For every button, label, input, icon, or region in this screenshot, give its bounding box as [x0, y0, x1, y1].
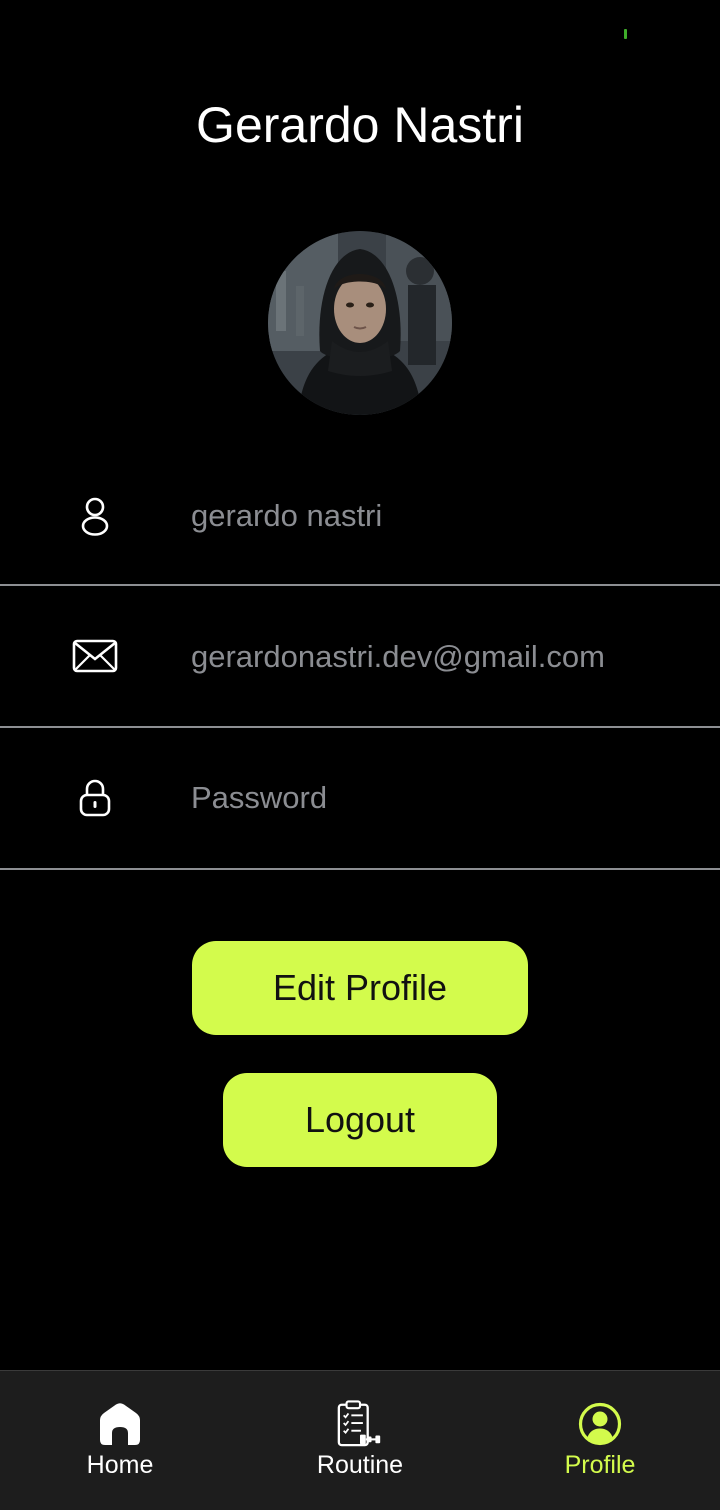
nav-item-profile[interactable]: Profile	[520, 1399, 680, 1489]
password-placeholder[interactable]: Password	[191, 778, 327, 818]
email-field[interactable]: gerardonastri.dev@gmail.com	[0, 585, 720, 728]
nav-label-routine: Routine	[316, 1451, 404, 1479]
nav-label-profile: Profile	[564, 1451, 636, 1479]
avatar	[268, 231, 452, 415]
user-icon	[72, 493, 118, 539]
lock-icon	[72, 775, 118, 821]
bottom-navigation: Home Routine Profile	[0, 1370, 720, 1510]
mail-icon	[72, 633, 118, 679]
home-icon	[95, 1399, 145, 1449]
username-field[interactable]: gerardo nastri	[0, 443, 720, 586]
status-indicator	[624, 29, 627, 39]
nav-label-home: Home	[86, 1451, 154, 1479]
edit-profile-button[interactable]: Edit Profile	[192, 941, 528, 1035]
email-value: gerardonastri.dev@gmail.com	[191, 639, 605, 674]
page-title: Gerardo Nastri	[196, 97, 524, 153]
nav-item-routine[interactable]: Routine	[280, 1399, 440, 1489]
username-value: gerardo nastri	[191, 498, 383, 533]
password-field[interactable]: Password	[0, 727, 720, 870]
profile-icon	[575, 1399, 625, 1449]
logout-button[interactable]: Logout	[223, 1073, 497, 1167]
profile-photo	[268, 231, 452, 415]
nav-item-home[interactable]: Home	[40, 1399, 200, 1489]
clipboard-icon	[335, 1399, 385, 1449]
